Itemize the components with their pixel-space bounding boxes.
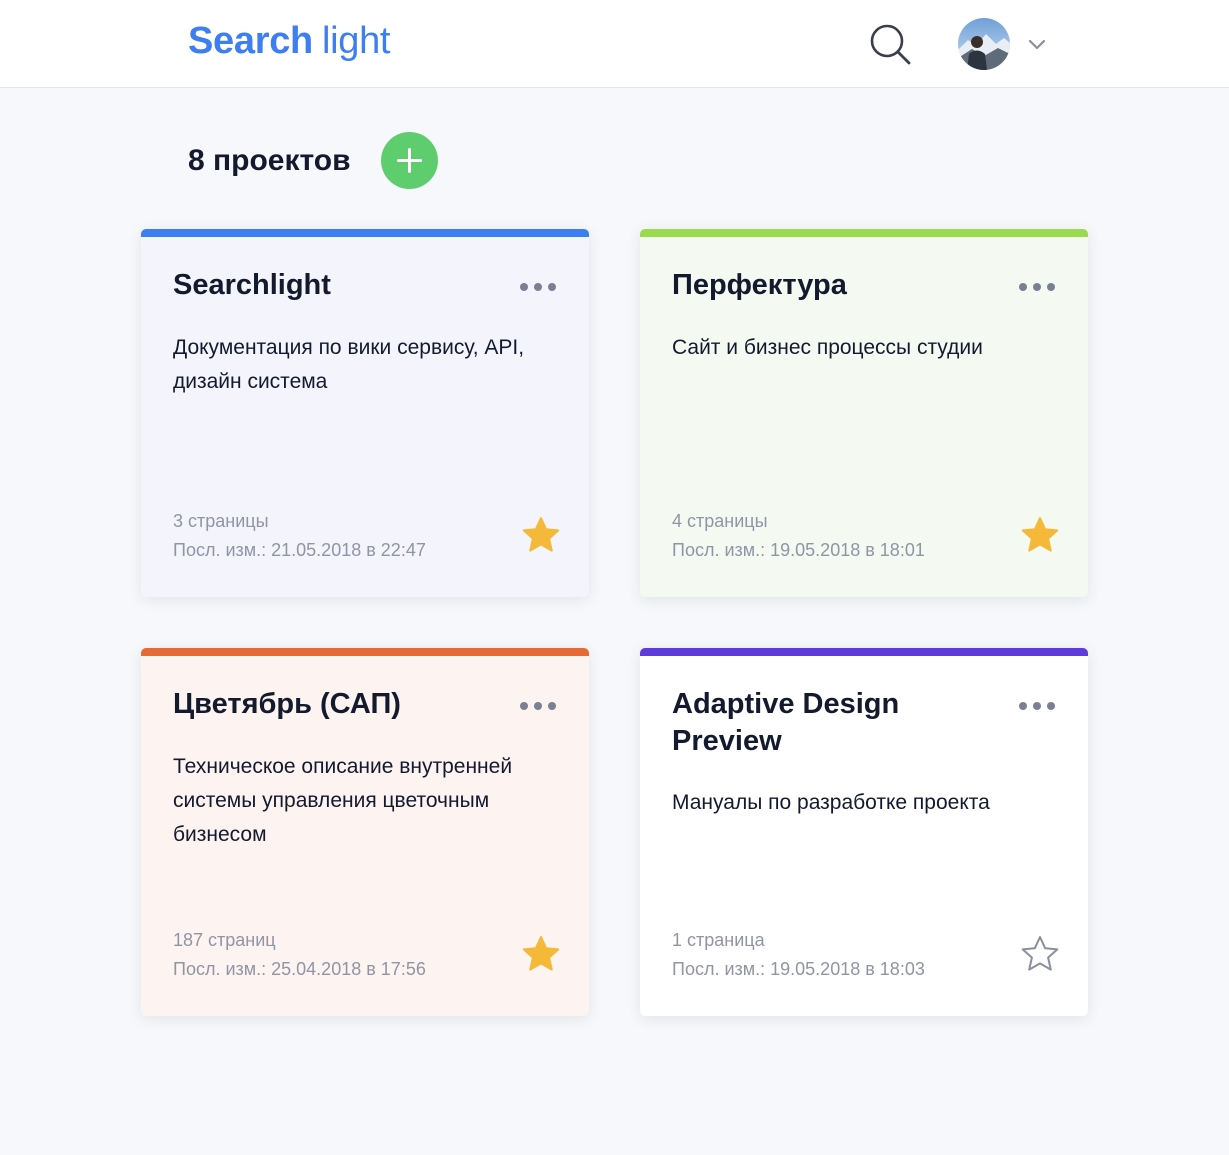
page-count: 187 страниц <box>173 930 276 950</box>
star-icon[interactable] <box>1020 515 1060 555</box>
project-card[interactable]: Перфектура Сайт и бизнес процессы студии… <box>640 229 1088 597</box>
card-accent-stripe <box>640 648 1088 656</box>
last-modified: Посл. изм.: 25.04.2018 в 17:56 <box>173 959 426 979</box>
project-description: Техническое описание внутренней системы … <box>173 755 513 846</box>
star-icon[interactable] <box>521 934 561 974</box>
card-accent-stripe <box>141 648 589 656</box>
last-modified: Посл. изм.: 19.05.2018 в 18:03 <box>672 959 925 979</box>
project-description: Документация по вики сервису, API, дизай… <box>173 336 525 393</box>
project-title[interactable]: Перфектура <box>672 267 1002 304</box>
add-project-button[interactable] <box>381 132 438 189</box>
more-options-icon[interactable] <box>519 280 557 294</box>
star-outline-icon[interactable] <box>1020 934 1060 974</box>
more-options-icon[interactable] <box>1018 699 1056 713</box>
projects-count: 8 проектов <box>188 144 351 177</box>
page-count: 3 страницы <box>173 511 269 531</box>
page-count: 1 страница <box>672 930 765 950</box>
search-icon[interactable] <box>866 20 914 68</box>
star-icon[interactable] <box>521 515 561 555</box>
project-card[interactable]: Adaptive Design Preview Мануалы по разра… <box>640 648 1088 1016</box>
logo-light-text: light <box>321 20 391 62</box>
logo-bold-text: Search <box>188 20 313 62</box>
user-avatar[interactable] <box>958 18 1010 70</box>
top-bar: Search light <box>0 0 1229 88</box>
last-modified: Посл. изм.: 21.05.2018 в 22:47 <box>173 540 426 560</box>
project-title[interactable]: Searchlight <box>173 267 503 304</box>
logo[interactable]: Search light <box>188 18 390 64</box>
project-description: Мануалы по разработке проекта <box>672 791 990 814</box>
project-card[interactable]: Searchlight Документация по вики сервису… <box>141 229 589 597</box>
page-count: 4 страницы <box>672 511 768 531</box>
project-title[interactable]: Adaptive Design Preview <box>672 686 972 760</box>
more-options-icon[interactable] <box>1018 280 1056 294</box>
card-accent-stripe <box>640 229 1088 237</box>
project-title[interactable]: Цветябрь (САП) <box>173 686 503 723</box>
card-accent-stripe <box>141 229 589 237</box>
chevron-down-icon[interactable] <box>1026 34 1048 54</box>
project-description: Сайт и бизнес процессы студии <box>672 336 983 359</box>
more-options-icon[interactable] <box>519 699 557 713</box>
last-modified: Посл. изм.: 19.05.2018 в 18:01 <box>672 540 925 560</box>
project-card[interactable]: Цветябрь (САП) Техническое описание внут… <box>141 648 589 1016</box>
